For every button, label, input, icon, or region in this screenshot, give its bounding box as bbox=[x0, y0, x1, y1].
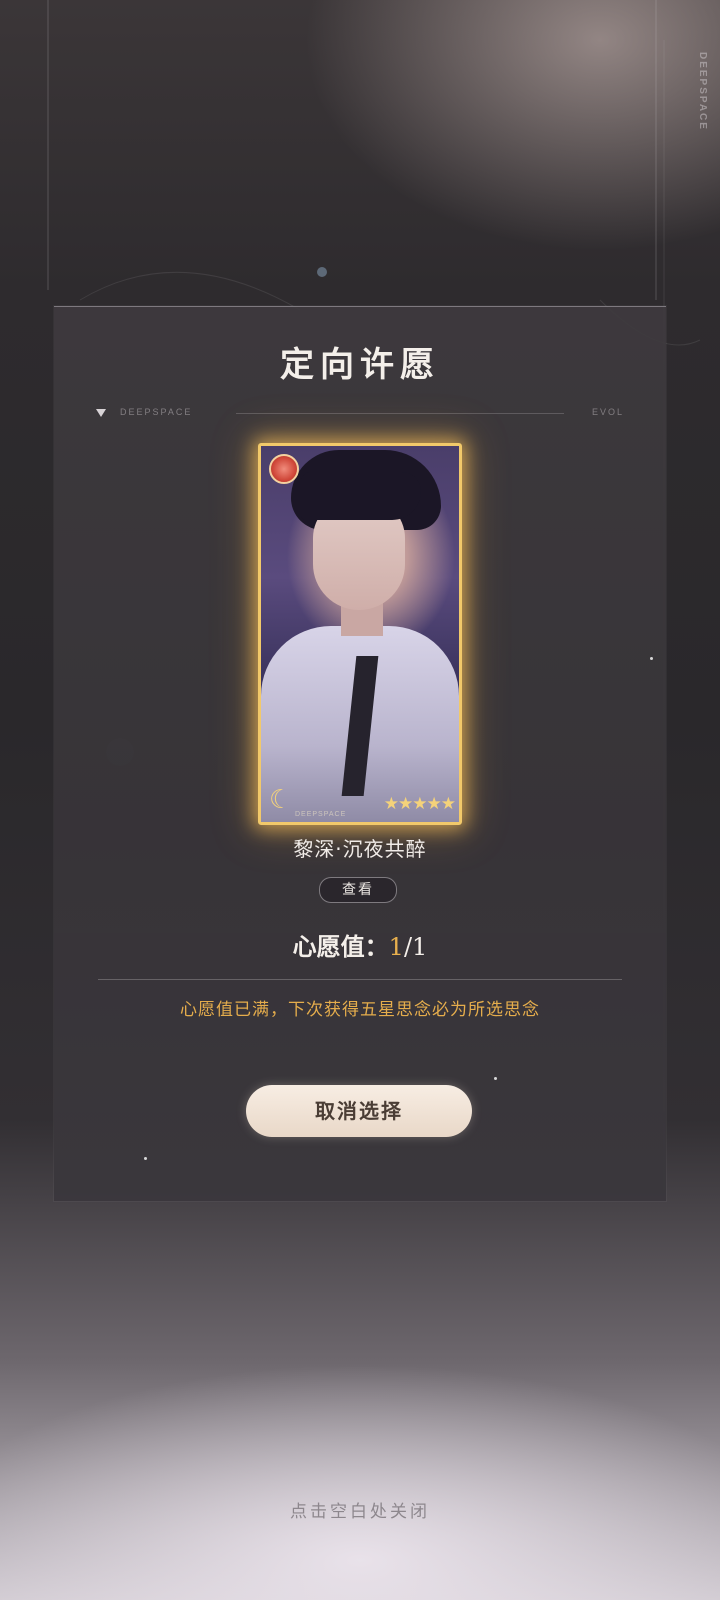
cancel-selection-button[interactable]: 取消选择 bbox=[246, 1085, 472, 1137]
divider-label-left: DEEPSPACE bbox=[120, 407, 193, 417]
wish-notice: 心愿值已满，下次获得五星思念必为所选思念 bbox=[180, 1000, 540, 1020]
sparkle-icon bbox=[144, 1157, 147, 1160]
rarity-stars-icon: ★★★★★ bbox=[383, 794, 456, 814]
side-brand-text: DEEPSPACE bbox=[697, 52, 708, 131]
divider-line bbox=[236, 413, 564, 414]
triangle-down-icon bbox=[96, 409, 106, 417]
wish-value-separator: / bbox=[403, 933, 413, 961]
close-hint[interactable]: 点击空白处关闭 bbox=[0, 1497, 720, 1522]
sparkle-icon bbox=[650, 657, 653, 660]
wish-value-label: 心愿值： bbox=[292, 932, 389, 961]
card-name: 黎深·沉夜共醉 bbox=[293, 837, 427, 861]
memory-card[interactable]: ☾ DEEPSPACE ★★★★★ bbox=[258, 443, 462, 825]
card-brand-text: DEEPSPACE bbox=[295, 811, 347, 818]
title-divider: DEEPSPACE EVOL bbox=[96, 407, 624, 421]
wish-divider bbox=[98, 979, 622, 980]
attribute-badge-icon bbox=[269, 454, 299, 484]
wish-value-max: 1 bbox=[412, 933, 428, 961]
sparkle-icon bbox=[494, 1077, 497, 1080]
view-button[interactable]: 查看 bbox=[319, 877, 397, 903]
moon-icon: ☾ bbox=[269, 785, 293, 815]
wish-value-row: 心愿值：1/1 bbox=[54, 927, 666, 962]
divider-label-right: EVOL bbox=[591, 407, 624, 417]
wish-value-current: 1 bbox=[388, 933, 404, 961]
card-art-fringe bbox=[301, 472, 421, 520]
wish-dialog: 定向许愿 DEEPSPACE EVOL ☾ DEEPSPACE ★★★★★ 黎深… bbox=[54, 306, 666, 1201]
dialog-title: 定向许愿 bbox=[280, 345, 440, 385]
